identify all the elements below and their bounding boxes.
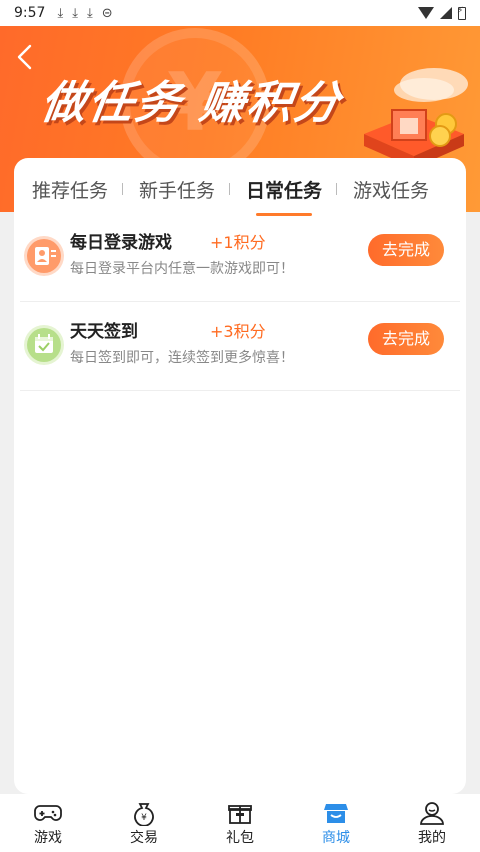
tab-game[interactable]: 游戏任务: [353, 158, 429, 220]
chevron-left-icon: [17, 44, 32, 70]
task-name: 天天签到: [70, 322, 138, 342]
status-bar: 9:57 ⤓ ⤓ ⤓ ⊝: [0, 0, 480, 26]
svg-text:¥: ¥: [141, 813, 147, 823]
nav-gift[interactable]: 礼包: [192, 794, 288, 852]
task-description: 每日签到即可，连续签到更多惊喜！: [70, 350, 294, 366]
tab-newbie[interactable]: 新手任务: [139, 158, 215, 220]
download-icon: ⤓: [72, 5, 78, 21]
download-icon: ⤓: [57, 5, 64, 21]
notification-icon: ⊝: [101, 5, 113, 21]
tab-divider: [122, 183, 124, 195]
nav-shop[interactable]: 商城: [288, 794, 384, 852]
nav-mine[interactable]: 我的: [384, 794, 480, 852]
complete-task-button[interactable]: 去完成: [368, 323, 444, 355]
tab-divider: [336, 183, 338, 195]
task-name: 每日登录游戏: [70, 233, 172, 253]
signal-icon: [440, 7, 452, 19]
battery-icon: [457, 6, 466, 20]
gift-icon: [226, 800, 254, 826]
download-icon: ⤓: [86, 5, 93, 21]
wifi-icon: [418, 7, 434, 19]
nav-label: 游戏: [34, 829, 62, 846]
money-bag-icon: ¥: [130, 800, 158, 826]
complete-task-button[interactable]: 去完成: [368, 234, 444, 266]
nav-label: 交易: [130, 829, 158, 846]
task-item: 每日登录游戏 +1积分 每日登录平台内任意一款游戏即可！ 去完成: [20, 214, 460, 302]
task-points: +1积分: [210, 233, 266, 252]
tab-recommended[interactable]: 推荐任务: [32, 158, 108, 220]
task-tabs: 推荐任务 新手任务 日常任务 游戏任务: [14, 158, 466, 220]
nav-trade[interactable]: ¥ 交易: [96, 794, 192, 852]
tab-daily[interactable]: 日常任务: [246, 158, 322, 220]
task-description: 每日登录平台内任意一款游戏即可！: [70, 261, 294, 277]
banner-title: 做任务 赚积分: [37, 76, 345, 129]
status-time: 9:57: [14, 5, 46, 21]
back-button[interactable]: [10, 42, 40, 72]
gamepad-icon: [34, 800, 62, 826]
calendar-check-icon: [24, 325, 64, 365]
task-points: +3积分: [210, 322, 266, 341]
tab-divider: [229, 183, 231, 195]
bottom-navigation: 游戏 ¥ 交易 礼包 商城 我的: [0, 794, 480, 852]
shop-icon: [322, 800, 350, 826]
nav-label: 商城: [322, 829, 350, 846]
task-item: 天天签到 +3积分 每日签到即可，连续签到更多惊喜！ 去完成: [20, 303, 460, 391]
nav-games[interactable]: 游戏: [0, 794, 96, 852]
person-icon: [418, 800, 446, 826]
nav-label: 礼包: [226, 829, 254, 846]
task-card: 推荐任务 新手任务 日常任务 游戏任务 每日登录游戏 +1积分 每日登录平台内任…: [14, 158, 466, 794]
user-icon: [24, 236, 64, 276]
nav-label: 我的: [418, 829, 446, 846]
